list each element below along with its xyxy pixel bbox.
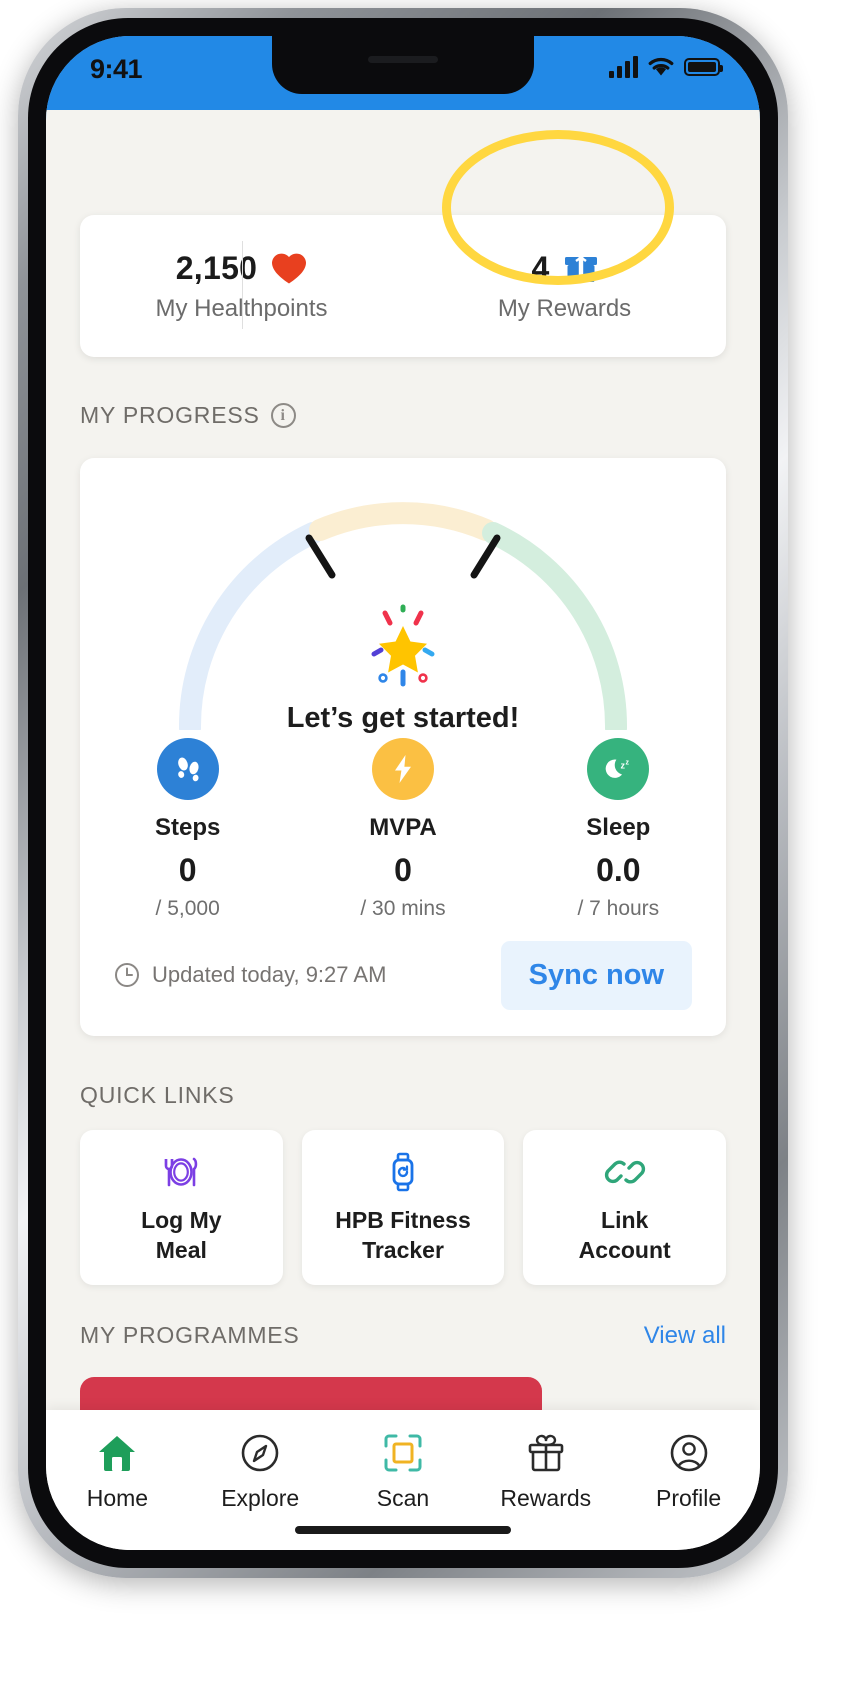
metric-mvpa[interactable]: MVPA 0 / 30 mins [295, 738, 510, 921]
status-time: 9:41 [90, 54, 143, 84]
heart-icon [272, 253, 307, 284]
home-indicator[interactable] [295, 1526, 511, 1534]
phone-bezel: Hello 9:41 [28, 18, 778, 1568]
rewards-value-row: 4 [531, 250, 597, 287]
nav-item-explore-label: Explore [221, 1485, 300, 1511]
ql2-line1: Link [601, 1207, 649, 1234]
gift-icon [564, 253, 597, 282]
my-progress-header: MY PROGRESS i [80, 402, 296, 429]
metric-steps-target: / 5,000 [155, 897, 220, 920]
smartwatch-icon [392, 1152, 414, 1192]
compass-icon [237, 1430, 283, 1476]
metric-mvpa-target: / 30 mins [360, 897, 446, 920]
bottom-navigation: Home Explore Scan Rewards Profile [46, 1410, 760, 1550]
nav-item-profile[interactable]: Profile [617, 1430, 760, 1512]
nav-item-home-label: Home [86, 1485, 149, 1511]
earpiece-speaker [368, 56, 438, 63]
rewards-stat[interactable]: 4 My Rewards [403, 215, 726, 357]
moon-sleep-icon: z z [587, 738, 650, 800]
progress-gauge: Let’s get started! [168, 480, 638, 739]
metric-mvpa-value: 0 [394, 852, 412, 888]
ql1-line2: Tracker [362, 1236, 444, 1263]
ql0-line2: Meal [155, 1236, 207, 1263]
healthpoints-stat[interactable]: 2,150 My Healthpoints [80, 215, 403, 357]
metric-sleep-target: / 7 hours [577, 897, 660, 920]
ql1-line1: HPB Fitness [335, 1207, 471, 1234]
battery-icon [684, 58, 723, 76]
view-all-link[interactable]: View all [644, 1322, 726, 1350]
star-celebration-icon [371, 604, 435, 687]
quick-link-link-account-label: Link Account [579, 1206, 671, 1265]
quick-link-hpb-fitness-tracker[interactable]: HPB Fitness Tracker [301, 1130, 505, 1285]
metric-sleep[interactable]: z z Sleep 0.0 / 7 hours [511, 738, 726, 921]
gauge-center [168, 590, 638, 707]
rewards-value: 4 [531, 249, 550, 286]
phone-screen: Hello 9:41 [46, 36, 760, 1550]
quick-link-hpb-fitness-tracker-label: HPB Fitness Tracker [335, 1206, 470, 1265]
wifi-icon [648, 57, 674, 76]
clock-icon [115, 963, 139, 987]
gift-icon [523, 1430, 569, 1476]
metric-steps[interactable]: Steps 0 / 5,000 [80, 738, 295, 921]
home-icon [94, 1430, 140, 1476]
person-circle-icon [666, 1430, 712, 1476]
footsteps-icon [156, 738, 219, 800]
info-icon[interactable]: i [270, 403, 296, 428]
nav-item-scan-label: Scan [376, 1485, 430, 1511]
quick-link-link-account[interactable]: Link Account [523, 1130, 727, 1285]
progress-card: Let’s get started! Steps 0 / 5,000 MVPA … [80, 458, 726, 1036]
sync-row: Updated today, 9:27 AM Sync now [114, 938, 692, 1012]
stat-divider [241, 241, 243, 329]
metric-mvpa-name: MVPA [369, 814, 437, 841]
metric-sleep-value: 0.0 [596, 852, 641, 888]
app-scroll-body: 2,150 My Healthpoints 4 My Rewards MY PR… [46, 110, 760, 1497]
healthpoints-value: 2,150 [175, 249, 258, 286]
ql0-line1: Log My [141, 1207, 222, 1234]
summary-stats-card: 2,150 My Healthpoints 4 My Rewards [80, 215, 726, 357]
programmes-header: MY PROGRAMMES [80, 1322, 300, 1349]
phone-notch [272, 36, 534, 94]
my-progress-label: MY PROGRESS [80, 402, 260, 428]
cellular-bars-icon [609, 56, 638, 78]
quick-links-label: QUICK LINKS [80, 1082, 235, 1108]
nav-item-rewards-label: Rewards [500, 1485, 592, 1511]
programmes-label: MY PROGRAMMES [80, 1322, 300, 1348]
quick-link-log-my-meal[interactable]: Log My Meal [80, 1130, 283, 1285]
metric-steps-name: Steps [154, 814, 221, 841]
svg-text:z: z [626, 760, 630, 767]
sync-now-button[interactable]: Sync now [500, 940, 692, 1010]
nav-items: Home Explore Scan Rewards Profile [46, 1410, 760, 1512]
nav-item-rewards[interactable]: Rewards [474, 1430, 617, 1512]
nav-item-scan[interactable]: Scan [332, 1430, 475, 1512]
nav-item-profile-label: Profile [655, 1485, 722, 1511]
rewards-label: My Rewards [497, 294, 632, 322]
gauge-message: Let’s get started! [286, 702, 520, 734]
metric-steps-value: 0 [178, 852, 197, 888]
status-icons [609, 56, 723, 78]
metrics-row: Steps 0 / 5,000 MVPA 0 / 30 mins z z Sle… [80, 738, 726, 921]
phone-frame: Hello 9:41 [18, 8, 788, 1578]
chain-link-icon [604, 1160, 645, 1184]
scan-frame-icon [380, 1430, 426, 1476]
nav-item-home[interactable]: Home [46, 1430, 189, 1512]
quick-links-row: Log My Meal HPB Fitness Tracker Link Acc… [80, 1130, 727, 1285]
lightning-bolt-icon [371, 738, 434, 800]
screenshot-root: Hello 9:41 [0, 0, 851, 1701]
quick-link-log-my-meal-label: Log My Meal [141, 1206, 222, 1265]
last-updated-text: Updated today, 9:27 AM [152, 962, 387, 987]
metric-sleep-name: Sleep [586, 814, 651, 841]
nav-item-explore[interactable]: Explore [189, 1430, 332, 1512]
plate-cutlery-icon [165, 1157, 198, 1187]
quick-links-header: QUICK LINKS [80, 1082, 235, 1109]
ql2-line2: Account [578, 1236, 671, 1263]
last-updated: Updated today, 9:27 AM [114, 962, 386, 988]
